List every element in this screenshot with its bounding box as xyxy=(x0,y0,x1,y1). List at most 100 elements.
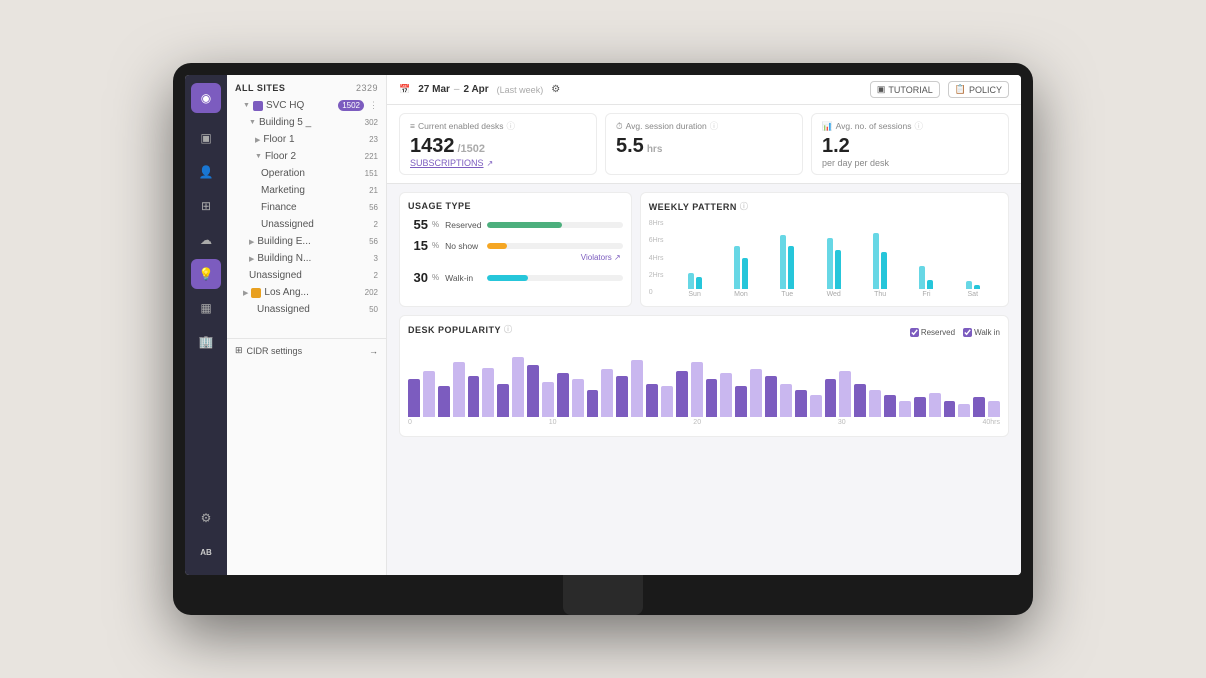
weekly-info-icon: ⓘ xyxy=(740,201,749,212)
desk-bar-16 xyxy=(646,384,658,417)
desk-bar-17 xyxy=(661,386,673,417)
arrow-be: ▶ xyxy=(249,238,254,246)
nav-item-unassigned1[interactable]: Unassigned 2 xyxy=(227,216,386,233)
weekly-bar-reserved xyxy=(827,238,833,289)
session-unit: hrs xyxy=(647,144,663,155)
nav-item-buildinge[interactable]: ▶ Building E... 56 xyxy=(227,233,386,250)
arrow-floor1: ▶ xyxy=(255,136,260,144)
walkin-bar xyxy=(487,275,528,281)
usage-walkin-row: 30 % Walk-in xyxy=(408,270,623,285)
nav-item-unassigned3[interactable]: Unassigned 50 xyxy=(227,301,386,318)
legend-reserved-checkbox[interactable] xyxy=(910,328,919,337)
policy-button[interactable]: 📋 POLICY xyxy=(948,81,1009,98)
sidebar-icon-table[interactable]: ▦ xyxy=(191,293,221,323)
usage-type-title: USAGE TYPE xyxy=(408,201,623,211)
walkin-label: Walk-in xyxy=(445,273,483,283)
violators-link[interactable]: Violators ↗ xyxy=(581,253,623,262)
weekly-day-fri: Fri xyxy=(919,266,933,298)
weekly-chart-area: 8Hrs 6Hrs 4Hrs 2Hrs 0 Sun Mon xyxy=(649,218,1000,298)
desk-bar-4 xyxy=(468,376,480,417)
unassigned2-count: 2 xyxy=(374,271,378,280)
buildingn-count: 3 xyxy=(374,254,378,263)
sidebar-icon-pages[interactable]: ▣ xyxy=(191,123,221,153)
unassigned3-label: Unassigned xyxy=(257,304,310,315)
weekly-bar-group xyxy=(873,233,887,289)
desks-value: 1432 /1502 xyxy=(410,135,586,158)
reserved-bar-wrap xyxy=(487,222,623,228)
sidebar-icon-users[interactable]: 👤 xyxy=(191,157,221,187)
calendar-icon: 📅 xyxy=(399,84,410,95)
settings-icon[interactable]: ⚙ xyxy=(551,84,560,95)
weekly-bar-walkin xyxy=(974,285,980,289)
weekly-bar-reserved xyxy=(966,281,972,289)
brand-icon[interactable]: ◉ xyxy=(191,83,221,113)
desk-bar-24 xyxy=(765,376,777,417)
desk-bar-37 xyxy=(958,404,970,417)
monitor: ◉ ▣ 👤 ⊞ ☁ 💡 ▦ 🏢 ⚙ AB ALL SITES 2329 ▼ SV… xyxy=(173,63,1033,615)
reserved-pct: 55 xyxy=(408,217,428,232)
desks-total: /1502 xyxy=(458,143,486,155)
unassigned2-label: Unassigned xyxy=(249,270,302,281)
buildinge-label: Building E... xyxy=(257,236,310,247)
desk-bars xyxy=(408,347,1000,417)
monitor-stand xyxy=(563,575,643,615)
date-sep: – xyxy=(454,84,460,95)
subscriptions-link[interactable]: SUBSCRIPTIONS xyxy=(410,158,484,168)
sidebar-icon-grid[interactable]: ⊞ xyxy=(191,191,221,221)
weekly-bar-walkin xyxy=(788,246,794,289)
desk-bar-5 xyxy=(482,368,494,417)
desk-bar-27 xyxy=(810,395,822,417)
nav-item-buildingn[interactable]: ▶ Building N... 3 xyxy=(227,250,386,267)
info-icon3: ⓘ xyxy=(915,120,924,132)
desk-bar-30 xyxy=(854,384,866,417)
desk-bar-0 xyxy=(408,379,420,417)
desk-bar-14 xyxy=(616,376,628,417)
sidebar-icon-cloud[interactable]: ☁ xyxy=(191,225,221,255)
tutorial-icon: ▣ xyxy=(877,84,886,95)
desk-bar-7 xyxy=(512,357,524,417)
date-start: 27 Mar xyxy=(418,84,450,95)
desk-bar-21 xyxy=(720,373,732,417)
sidebar-icon-profile[interactable]: AB xyxy=(191,537,221,567)
legend-walkin: Walk in xyxy=(963,328,1000,337)
desk-bar-29 xyxy=(839,371,851,417)
desks-label: ≡ Current enabled desks ⓘ xyxy=(410,120,586,132)
desk-bar-28 xyxy=(825,379,837,417)
nav-item-operation[interactable]: Operation 151 xyxy=(227,165,386,182)
desk-pop-title: DESK POPULARITY ⓘ xyxy=(408,324,513,335)
nav-item-marketing[interactable]: Marketing 21 xyxy=(227,182,386,199)
sidebar-icon-analytics[interactable]: 💡 xyxy=(191,259,221,289)
arrow-la: ▶ xyxy=(243,289,248,297)
nav-footer-cidr[interactable]: ⊞ CIDR settings → xyxy=(227,338,386,362)
sidebar-icon-building[interactable]: 🏢 xyxy=(191,327,221,357)
nav-item-unassigned2[interactable]: Unassigned 2 xyxy=(227,267,386,284)
marketing-count: 21 xyxy=(369,186,378,195)
desk-bar-39 xyxy=(988,401,1000,417)
tutorial-button[interactable]: ▣ TUTORIAL xyxy=(870,81,940,98)
info-icon2: ⓘ xyxy=(710,120,719,132)
desk-bar-23 xyxy=(750,369,762,417)
nav-item-finance[interactable]: Finance 56 xyxy=(227,199,386,216)
desks-icon: ≡ xyxy=(410,121,415,131)
reserved-label: Reserved xyxy=(445,220,483,230)
sidebar-icon-settings[interactable]: ⚙ xyxy=(191,503,221,533)
svchq-count: 1502 xyxy=(338,100,364,111)
screen: ◉ ▣ 👤 ⊞ ☁ 💡 ▦ 🏢 ⚙ AB ALL SITES 2329 ▼ SV… xyxy=(185,75,1021,575)
stat-session: ⏱ Avg. session duration ⓘ 5.5 hrs xyxy=(605,113,803,175)
desk-x-labels: 0 10 20 30 40hrs xyxy=(408,417,1000,428)
nav-item-building5[interactable]: ▼ Building 5 _ 302 xyxy=(227,114,386,131)
weekly-day-label: Thu xyxy=(874,291,886,298)
external-link-icon: ↗ xyxy=(487,159,494,168)
weekly-bar-reserved xyxy=(873,233,879,289)
nav-item-svchq[interactable]: ▼ SVC HQ 1502 ⋮ xyxy=(227,97,386,114)
unassigned3-count: 50 xyxy=(369,305,378,314)
nav-item-losang[interactable]: ▶ Los Ang... 202 xyxy=(227,284,386,301)
legend-walkin-checkbox[interactable] xyxy=(963,328,972,337)
nav-item-floor1[interactable]: ▶ Floor 1 23 xyxy=(227,131,386,148)
session-icon: ⏱ xyxy=(616,121,623,132)
desk-bar-10 xyxy=(557,373,569,417)
nav-item-floor2[interactable]: ▼ Floor 2 221 xyxy=(227,148,386,165)
weekly-day-wed: Wed xyxy=(827,238,841,298)
weekly-day-tue: Tue xyxy=(780,235,794,298)
weekly-day-label: Sat xyxy=(968,291,979,298)
